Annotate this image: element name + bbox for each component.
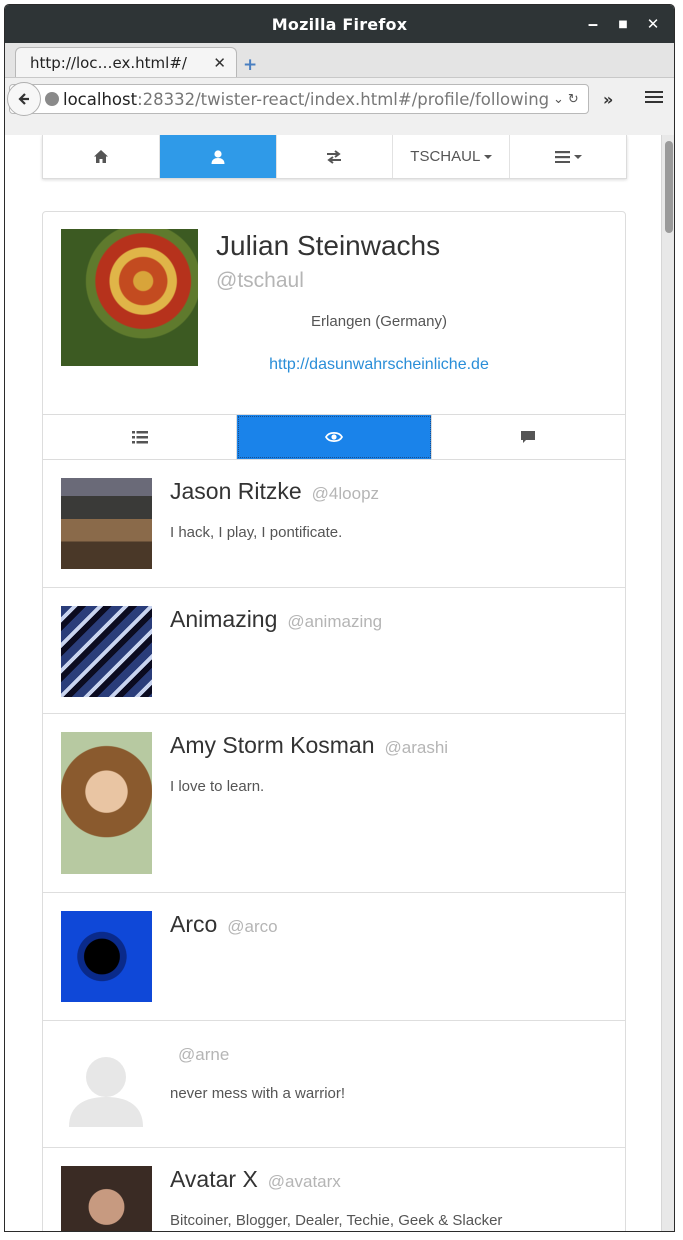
tab-posts[interactable] [43,415,238,459]
comment-icon [521,431,536,443]
avatar[interactable] [61,478,152,569]
list-item[interactable]: Jason Ritzke @4loopz I hack, I play, I po… [43,460,625,588]
maximize-button[interactable]: ■ [608,9,638,39]
browser-window: Mozilla Firefox ‒ ■ ✕ http://loc…ex.html… [4,4,675,1232]
tab-following[interactable] [237,415,432,459]
list-item[interactable]: Animazing @animazing [43,588,625,714]
user-name[interactable]: Avatar X [170,1166,258,1192]
browser-tab[interactable]: http://loc…ex.html#/ ✕ [15,47,237,78]
app-nav: TSCHAUL [42,135,627,179]
user-handle[interactable]: @arco [227,917,277,936]
url-dropdown-icon[interactable]: ⌄ [553,92,564,107]
tab-mentions[interactable] [432,415,625,459]
url-text[interactable]: localhost:28332/twister-react/index.html… [63,90,549,109]
profile-subtabs [43,414,625,460]
following-list: Jason Ritzke @4loopz I hack, I play, I po… [43,460,625,1231]
url-host: localhost [63,89,138,109]
url-path: :28332/twister-react/index.html#/profile… [137,89,549,109]
url-bar[interactable]: localhost:28332/twister-react/index.html… [7,82,589,116]
nav-toolbar: localhost:28332/twister-react/index.html… [5,77,674,135]
avatar[interactable] [61,732,152,874]
profile-avatar [61,229,198,366]
transfer-arrows-icon [327,149,342,164]
profile-panel: Julian Steinwachs @tschaul Erlangen (Ger… [42,211,626,1231]
new-tab-icon[interactable]: + [243,55,257,75]
user-name-line: Arco @arco [170,911,278,938]
user-bio: never mess with a warrior! [170,1085,346,1102]
user-name-line: Amy Storm Kosman @arashi [170,732,448,759]
user-name-line: Animazing @animazing [170,606,382,633]
user-handle[interactable]: @arne [178,1045,229,1064]
tab-title: http://loc…ex.html#/ [30,54,187,72]
page-scrollbar[interactable] [661,135,674,1231]
profile-handle: @tschaul [216,269,304,292]
list-item[interactable]: Amy Storm Kosman @arashi I love to learn. [43,714,625,893]
avatar[interactable] [61,1166,152,1231]
nav-conversation[interactable] [277,135,394,178]
user-name-line: Avatar X @avatarx [170,1166,341,1193]
close-window-button[interactable]: ✕ [638,9,668,39]
default-avatar-icon [69,1057,143,1127]
user-handle[interactable]: @4loopz [312,484,379,503]
user-handle[interactable]: @avatarx [268,1172,341,1191]
minimize-button[interactable]: ‒ [578,9,608,39]
list-item[interactable]: Avatar X @avatarx Bitcoiner, Blogger, Dea… [43,1148,625,1231]
nav-account-dropdown[interactable]: TSCHAUL [393,135,511,178]
profile-name: Julian Steinwachs [216,230,441,261]
menu-lines-icon [554,150,570,163]
avatar[interactable] [61,606,152,697]
site-identity-icon[interactable] [45,92,59,106]
user-name[interactable]: Animazing [170,606,277,632]
list-item[interactable]: Arco @arco [43,893,625,1021]
caret-down-icon [484,154,493,159]
user-name-line: Jason Ritzke @4loopz [170,478,379,505]
nav-menu-dropdown[interactable] [510,135,626,178]
profile-header: Julian Steinwachs @tschaul Erlangen (Ger… [43,212,625,414]
user-bio: I love to learn. [170,778,265,795]
tab-close-icon[interactable]: ✕ [213,54,226,72]
user-name-line: @arne [170,1039,229,1066]
list-item[interactable]: @arne never mess with a warrior! [43,1021,625,1148]
user-handle[interactable]: @animazing [287,612,382,631]
hamburger-menu-icon[interactable] [645,88,663,106]
user-name[interactable]: Arco [170,911,217,937]
user-name[interactable]: Jason Ritzke [170,478,302,504]
user-icon [211,149,225,164]
user-bio: Bitcoiner, Blogger, Dealer, Techie, Geek… [170,1212,503,1229]
window-title: Mozilla Firefox [271,14,408,34]
tab-strip: http://loc…ex.html#/ ✕ + [5,43,674,78]
user-handle[interactable]: @arashi [385,738,449,757]
home-icon [93,150,108,163]
eye-icon [324,431,343,443]
avatar[interactable] [61,911,152,1002]
profile-location: Erlangen (Germany) [311,313,447,330]
account-label: TSCHAUL [410,148,481,165]
avatar[interactable] [61,1039,152,1130]
back-button[interactable] [7,82,41,116]
caret-down-icon [573,154,582,159]
profile-website-link[interactable]: http://dasunwahrscheinliche.de [216,356,542,374]
reload-icon[interactable]: ↻ [568,92,579,107]
page-viewport: TSCHAUL Julian Steinwachs @tschaul Erlan… [5,135,661,1231]
scrollbar-thumb[interactable] [665,141,673,233]
back-arrow-icon [18,93,29,105]
nav-profile[interactable] [159,135,277,178]
list-icon [131,430,148,443]
user-name[interactable]: Amy Storm Kosman [170,732,375,758]
toolbar-overflow-button[interactable]: » [603,90,613,109]
user-bio: I hack, I play, I pontificate. [170,524,343,541]
window-titlebar[interactable]: Mozilla Firefox ‒ ■ ✕ [5,5,674,43]
nav-home[interactable] [43,135,160,178]
window-controls: ‒ ■ ✕ [578,5,668,43]
